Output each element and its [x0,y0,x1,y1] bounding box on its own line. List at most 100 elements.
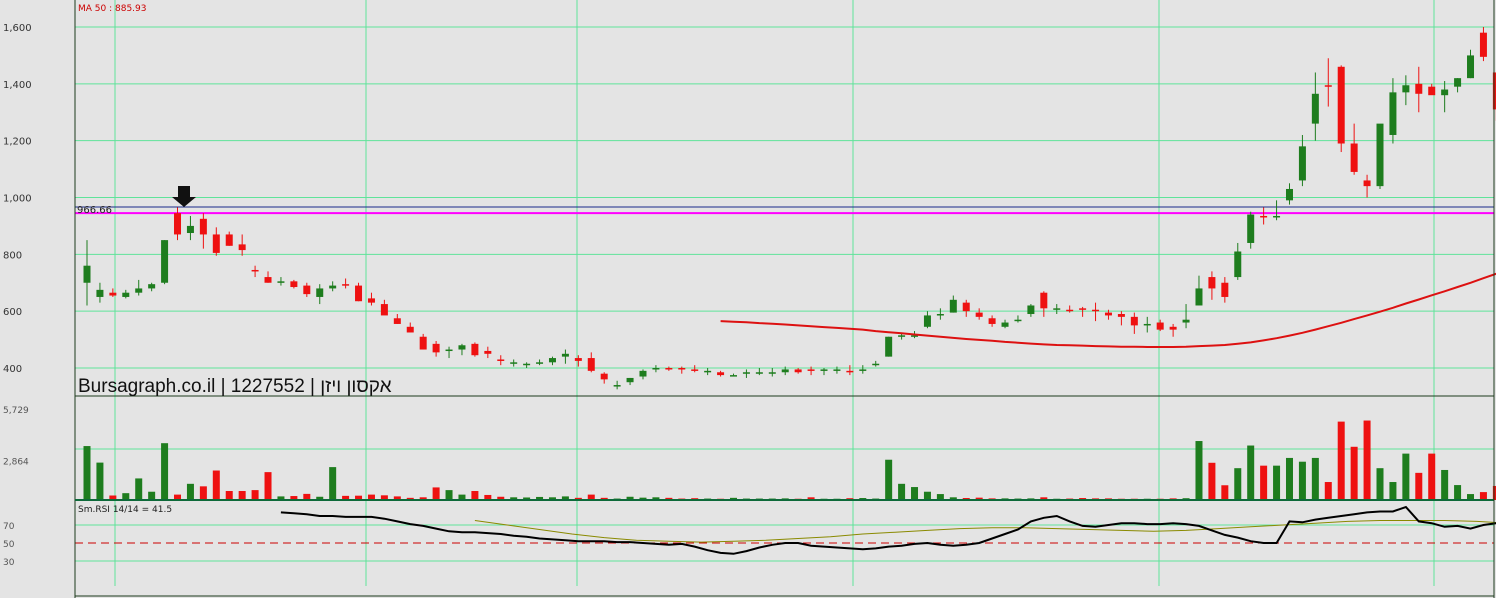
price-tick-label: 1,000 [3,194,32,205]
candle-body [419,336,427,350]
candle-body [898,335,906,337]
volume-bar [238,491,246,500]
volume-bar [885,459,893,500]
volume-bar [1389,482,1397,500]
rsi-tick-label: 70 [3,522,15,532]
candle-body [704,370,712,373]
candle-body [1104,312,1112,316]
candle-body [975,312,983,317]
candle-body [717,372,725,376]
candle-body [1001,322,1009,327]
candle-body [665,368,673,370]
candle-body [1130,316,1138,326]
candle-body [1389,92,1397,135]
candle-body [1040,292,1048,309]
candle-body [1402,85,1410,93]
candle-body [639,370,647,377]
candle-body [161,240,169,283]
candle-body [1337,66,1345,144]
volume-bar [1350,446,1358,500]
candle-body [96,289,104,297]
candle-body [1324,85,1332,87]
volume-bar [83,446,91,500]
candle-body [1363,180,1371,187]
candle-body [846,370,854,373]
volume-bar [1415,472,1423,500]
chart-background [0,0,1496,598]
candle-body [962,302,970,312]
volume-bar [135,478,143,500]
volume-bar [148,491,156,500]
volume-bar [264,472,272,500]
banner-title: Bursagraph.co.il | 1227552 | אקסון ויזן [78,376,392,397]
volume-bar [212,470,220,500]
ma-label: MA 50 : 885.93 [78,4,146,14]
rsi-label: Sm.RSI 14/14 = 41.5 [78,505,172,515]
volume-bar [1273,465,1281,500]
level-label: 966.66 [77,205,112,216]
volume-bar [1208,462,1216,500]
candle-body [225,234,233,246]
candle-body [536,362,544,364]
candle-body [1376,123,1384,187]
candle-body [1208,277,1216,289]
candle-body [264,277,272,283]
volume-bar [923,491,931,500]
candle-body [613,385,621,387]
candle-body [600,373,608,380]
candle-body [174,213,182,235]
candle-body [316,288,324,297]
candle-body [1298,146,1306,181]
volume-bar [329,467,337,500]
candle-body [406,326,414,333]
candle-body [1117,314,1125,317]
candle-body [574,358,582,361]
candle-body [83,265,91,283]
candle-body [122,292,130,297]
candle-body [109,292,117,296]
candle-body [1156,322,1164,330]
candle-body [755,372,763,374]
candle-body [988,318,996,324]
price-tick-label: 1,600 [3,23,32,34]
candle-body [923,315,931,327]
candle-body [471,343,479,356]
volume-bar [1479,492,1487,500]
candle-body [342,284,350,286]
candle-body [212,234,220,253]
candle-body [458,345,466,350]
candle-body [1415,83,1423,94]
candle-body [1273,215,1281,218]
candle-body [1066,309,1074,312]
candle-body [820,369,828,371]
volume-bar [122,493,130,500]
candle-body [548,358,556,363]
price-tick-label: 1,200 [3,137,32,148]
candle-body [303,285,311,295]
candle-body [859,369,867,371]
candle-body [652,368,660,370]
candle-body [768,372,776,374]
volume-tick-label: 5,729 [3,406,29,416]
candle-body [1092,309,1100,312]
candle-body [561,353,569,357]
candle-body [251,269,259,272]
volume-bar [1363,420,1371,500]
candle-body [1014,319,1022,322]
volume-bar [1311,457,1319,500]
candle-body [510,362,518,364]
volume-bar [1454,485,1462,500]
candle-body [393,318,401,324]
candle-body [445,349,453,352]
candle-body [1169,326,1177,330]
candle-body [949,299,957,313]
candle-body [186,225,194,234]
candle-body [1285,188,1293,201]
candle-body [1311,93,1319,124]
volume-bar [225,491,233,500]
candle-body [885,336,893,357]
volume-bar [471,491,479,500]
volume-bar [1247,445,1255,500]
candle-body [1467,55,1475,79]
volume-bar [911,487,919,500]
